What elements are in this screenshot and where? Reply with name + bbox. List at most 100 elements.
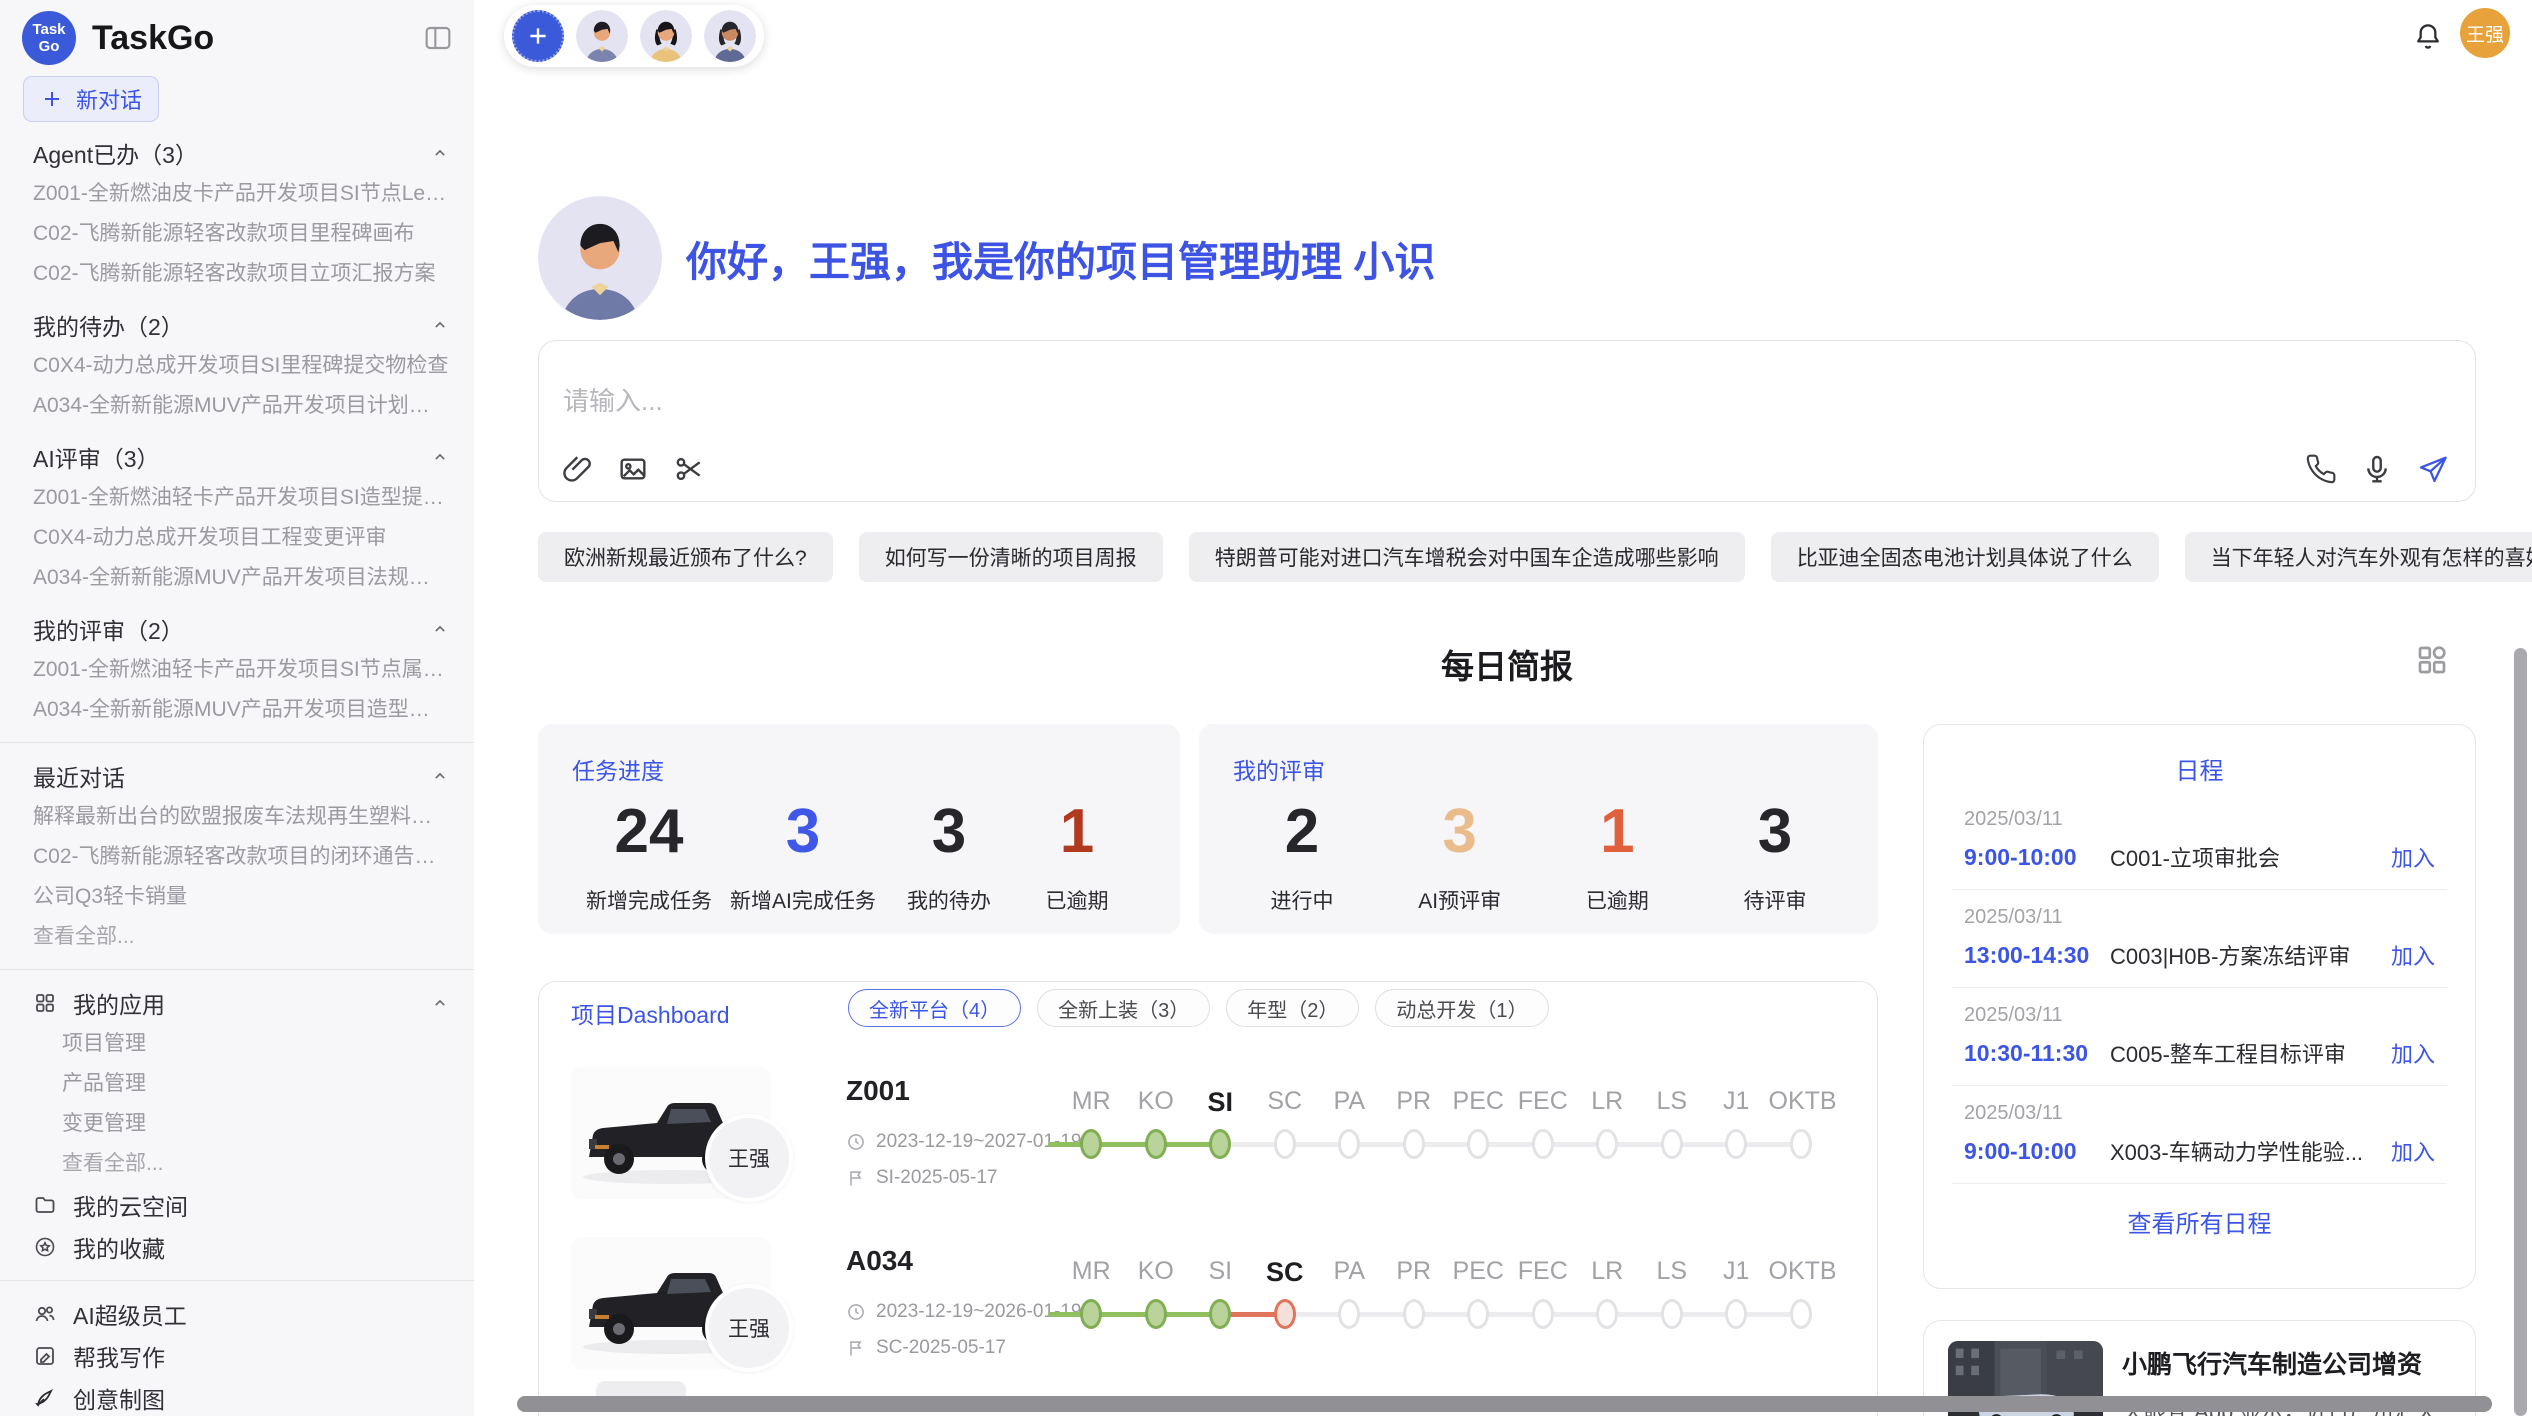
call-button[interactable] xyxy=(2305,453,2337,485)
recent-chat-item[interactable]: 解释最新出台的欧盟报废车法规再生塑料比例被调至15%... xyxy=(33,797,450,837)
milestone-node[interactable] xyxy=(1209,1129,1231,1159)
milestone-node[interactable] xyxy=(1274,1299,1296,1329)
sidebar-item-creative-drawing[interactable]: 创意制图 xyxy=(33,1377,450,1416)
sidebar-task-item[interactable]: C02-飞腾新能源轻客改款项目立项汇报方案 xyxy=(33,254,450,294)
suggestion-chip[interactable]: 欧洲新规最近颁布了什么? xyxy=(538,532,833,582)
image-upload-button[interactable] xyxy=(617,453,649,485)
notifications-button[interactable] xyxy=(2412,20,2444,52)
creative-drawing-label: 创意制图 xyxy=(73,1381,165,1415)
recent-chats-header[interactable]: 最近对话 xyxy=(33,755,450,797)
sidebar-item-help-writing[interactable]: 帮我写作 xyxy=(33,1335,450,1377)
recent-chat-item[interactable]: 公司Q3轻卡销量 xyxy=(33,877,450,917)
sidebar-task-item[interactable]: A034-全新新能源MUV产品开发项目计划变更表编写 xyxy=(33,386,450,426)
sidebar-header: Task Go TaskGo xyxy=(0,0,474,66)
suggestion-chip[interactable]: 特朗普可能对进口汽车增税会对中国车企造成哪些影响 xyxy=(1189,532,1745,582)
voice-button[interactable] xyxy=(2361,453,2393,485)
milestone-node[interactable] xyxy=(1596,1129,1618,1159)
event-date: 2025/03/11 xyxy=(1964,906,2435,929)
sidebar-item-cloud-space[interactable]: 我的云空间 xyxy=(33,1184,450,1226)
add-agent-button[interactable] xyxy=(512,10,564,62)
milestone-node[interactable] xyxy=(1338,1129,1360,1159)
milestone-node[interactable] xyxy=(1532,1129,1554,1159)
project-row[interactable]: 王强A0342023-12-19~2026-01-19SC-2025-05-17… xyxy=(539,1237,1877,1397)
briefing-layout-button[interactable] xyxy=(2414,642,2450,678)
sidebar-task-item[interactable]: Z001-全新燃油皮卡产品开发项目SI节点Lesson Learn报告 xyxy=(33,174,450,214)
app-shortcut-item[interactable]: 产品管理 xyxy=(33,1064,450,1104)
vertical-scrollbar[interactable] xyxy=(2514,648,2527,1416)
milestone-node[interactable] xyxy=(1080,1299,1102,1329)
milestone-node[interactable] xyxy=(1725,1129,1747,1159)
app-shortcut-item[interactable]: 变更管理 xyxy=(33,1104,450,1144)
section-label: 我的待办（2） xyxy=(33,308,184,342)
milestone-node[interactable] xyxy=(1080,1129,1102,1159)
sidebar-collapse-button[interactable] xyxy=(422,22,454,54)
app-shortcut-item[interactable]: 项目管理 xyxy=(33,1024,450,1064)
milestone-node[interactable] xyxy=(1790,1299,1812,1329)
milestone-node[interactable] xyxy=(1338,1299,1360,1329)
new-chat-button[interactable]: 新对话 xyxy=(23,76,159,122)
milestone-node[interactable] xyxy=(1467,1129,1489,1159)
event-join-link[interactable]: 加入 xyxy=(2391,841,2435,873)
sidebar-task-item[interactable]: A034-全新新能源MUV产品开发项目造型可行性评审 xyxy=(33,690,450,730)
milestone-label: SC xyxy=(1253,1257,1318,1288)
agent-avatar-3[interactable] xyxy=(704,10,756,62)
sidebar-section-header[interactable]: 我的待办（2） xyxy=(33,304,450,346)
milestone-node[interactable] xyxy=(1209,1299,1231,1329)
agent-avatar-2[interactable] xyxy=(640,10,692,62)
sidebar-section-header[interactable]: 我的评审（2） xyxy=(33,608,450,650)
milestone-node[interactable] xyxy=(1403,1299,1425,1329)
agent-avatar-1[interactable] xyxy=(576,10,628,62)
send-button[interactable] xyxy=(2417,453,2449,485)
milestone-node[interactable] xyxy=(1661,1129,1683,1159)
milestone-timeline: MRKOSISCPAPRPECFECLRLSJ1OKTB xyxy=(1059,1257,1859,1336)
stat-label: 新增AI完成任务 xyxy=(730,885,876,915)
dashboard-filter-chip[interactable]: 年型（2） xyxy=(1226,989,1359,1027)
section-label: 最近对话 xyxy=(33,759,125,793)
pen-icon xyxy=(33,1386,57,1410)
event-join-link[interactable]: 加入 xyxy=(2391,1135,2435,1167)
sidebar-task-item[interactable]: C0X4-动力总成开发项目工程变更评审 xyxy=(33,518,450,558)
milestone-node[interactable] xyxy=(1661,1299,1683,1329)
sidebar-task-item[interactable]: Z001-全新燃油轻卡产品开发项目SI节点属性5D文件评审 xyxy=(33,650,450,690)
milestone-node[interactable] xyxy=(1532,1299,1554,1329)
event-join-link[interactable]: 加入 xyxy=(2391,939,2435,971)
milestone-node[interactable] xyxy=(1467,1299,1489,1329)
sidebar-task-item[interactable]: C02-飞腾新能源轻客改款项目里程碑画布 xyxy=(33,214,450,254)
suggestion-chip[interactable]: 如何写一份清晰的项目周报 xyxy=(859,532,1163,582)
milestone-node[interactable] xyxy=(1725,1299,1747,1329)
sidebar-task-item[interactable]: A034-全新新能源MUV产品开发项目法规符合性评审 xyxy=(33,558,450,598)
apps-view-all[interactable]: 查看全部... xyxy=(33,1144,450,1184)
dashboard-filter-chip[interactable]: 全新平台（4） xyxy=(848,989,1021,1027)
sidebar-task-item[interactable]: Z001-全新燃油轻卡产品开发项目SI造型提交物评审 xyxy=(33,478,450,518)
attach-button[interactable] xyxy=(561,453,593,485)
milestone-node[interactable] xyxy=(1145,1299,1167,1329)
milestone-node[interactable] xyxy=(1274,1129,1296,1159)
milestone-node[interactable] xyxy=(1596,1299,1618,1329)
sidebar-section-header[interactable]: Agent已办（3） xyxy=(33,132,450,174)
recent-view-all[interactable]: 查看全部... xyxy=(33,917,450,957)
horizontal-scrollbar[interactable] xyxy=(517,1396,2492,1412)
mic-icon xyxy=(2361,453,2393,485)
suggestion-chip[interactable]: 当下年轻人对汽车外观有怎样的喜好趋势 xyxy=(2185,532,2532,582)
project-dashboard-card: 项目Dashboard 全新平台（4）全新上装（3）年型（2）动总开发（1） 王… xyxy=(538,981,1878,1416)
sidebar-section-header[interactable]: AI评审（3） xyxy=(33,436,450,478)
dashboard-filter-chip[interactable]: 全新上装（3） xyxy=(1037,989,1210,1027)
event-join-link[interactable]: 加入 xyxy=(2391,1037,2435,1069)
suggestion-chip[interactable]: 比亚迪全固态电池计划具体说了什么 xyxy=(1771,532,2159,582)
project-row[interactable]: 王强Z0012023-12-19~2027-01-19SI-2025-05-17… xyxy=(539,1067,1877,1227)
clip-button[interactable] xyxy=(673,453,705,485)
milestone-node[interactable] xyxy=(1145,1129,1167,1159)
milestone-node[interactable] xyxy=(1790,1129,1812,1159)
dashboard-filter-chip[interactable]: 动总开发（1） xyxy=(1375,989,1548,1027)
chat-input[interactable] xyxy=(563,381,2163,441)
sidebar-item-favorites[interactable]: 我的收藏 xyxy=(33,1226,450,1268)
sidebar-item-ai-staff[interactable]: AI超级员工 xyxy=(33,1293,450,1335)
schedule-view-all[interactable]: 查看所有日程 xyxy=(1924,1204,2475,1239)
milestone-node[interactable] xyxy=(1403,1129,1425,1159)
panel-toggle-icon xyxy=(422,22,454,54)
recent-chat-item[interactable]: C02-飞腾新能源轻客改款项目的闭环通告反馈情况 xyxy=(33,837,450,877)
sidebar-task-item[interactable]: C0X4-动力总成开发项目SI里程碑提交物检查 xyxy=(33,346,450,386)
user-avatar[interactable]: 王强 xyxy=(2460,8,2510,58)
suggestion-chips: 欧洲新规最近颁布了什么? 如何写一份清晰的项目周报特朗普可能对进口汽车增税会对中国… xyxy=(538,532,2532,582)
sidebar-item-my-apps[interactable]: 我的应用 xyxy=(33,982,450,1024)
